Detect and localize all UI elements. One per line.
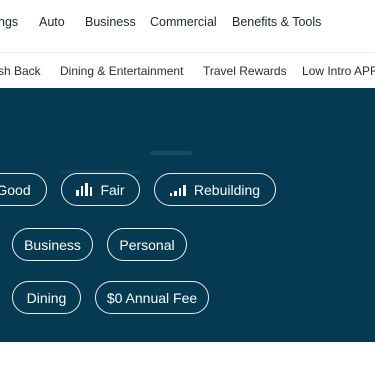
pill-label: Fair [100, 181, 125, 198]
pill-label: Personal [119, 236, 175, 253]
nav-item-commercial[interactable]: Commercial [150, 15, 217, 29]
filter-feature-no-annual-fee[interactable]: $0 Annual Fee [95, 281, 209, 314]
bars-icon [169, 183, 186, 196]
pill-label: $0 Annual Fee [106, 289, 198, 306]
nav-item-benefits-tools[interactable]: Benefits & Tools [232, 15, 321, 29]
tab-low-intro-apr[interactable]: Low Intro APR [302, 64, 375, 78]
results-header-strip [0, 342, 375, 366]
filter-credit-fair[interactable]: Fair [61, 173, 140, 206]
nav-item-savings[interactable]: ngs [0, 15, 18, 29]
ghost-underline [150, 151, 192, 155]
ghost-text-row [0, 30, 375, 46]
pill-label: Rebuilding [193, 181, 261, 198]
filter-feature-dining[interactable]: Dining [12, 281, 81, 314]
category-navigation: sh Back Dining & Entertainment Travel Re… [0, 52, 375, 88]
filter-panel: Good Fair Rebuilding Business Personal D… [0, 88, 375, 342]
filter-credit-rebuilding[interactable]: Rebuilding [154, 173, 276, 206]
filter-type-business[interactable]: Business [12, 228, 93, 261]
nav-item-auto[interactable]: Auto [39, 15, 65, 29]
tab-cash-back[interactable]: sh Back [0, 64, 41, 78]
pill-label: Business [24, 236, 81, 253]
pill-label: Dining [26, 289, 67, 306]
bars-icon [76, 183, 93, 196]
tab-travel-rewards[interactable]: Travel Rewards [203, 64, 287, 78]
nav-item-business[interactable]: Business [85, 15, 136, 29]
filter-credit-good[interactable]: Good [0, 173, 47, 206]
pill-label: Good [0, 181, 31, 198]
filter-type-personal[interactable]: Personal [107, 228, 187, 261]
tab-dining-entertainment[interactable]: Dining & Entertainment [60, 64, 183, 78]
top-navigation: ngs Auto Business Commercial Benefits & … [0, 0, 375, 46]
